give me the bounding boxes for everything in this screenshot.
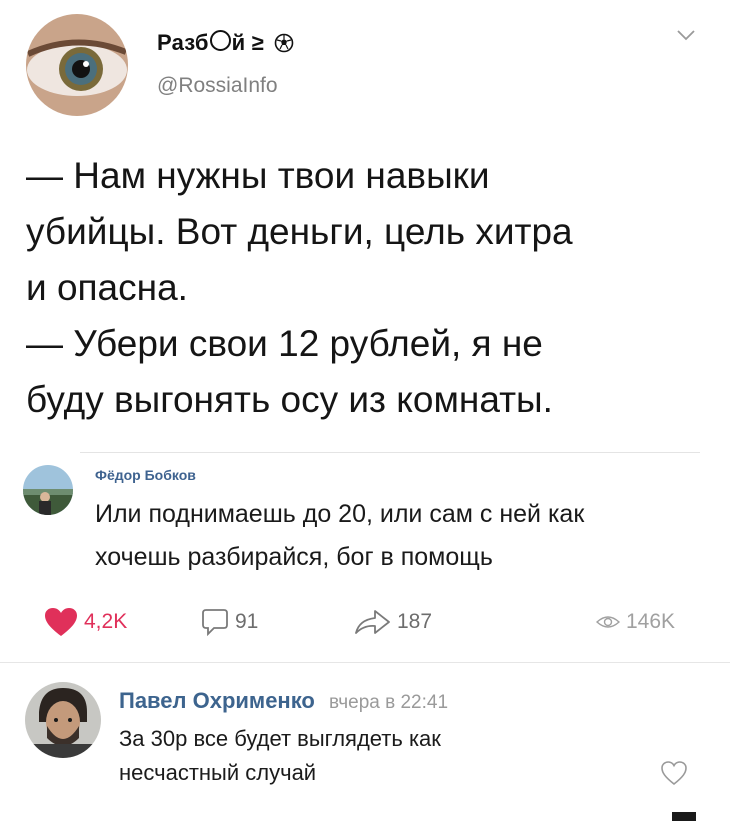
- views-count: 146K: [626, 610, 676, 633]
- author-handle[interactable]: @RossiaInfo: [157, 74, 278, 98]
- divider: [0, 662, 730, 663]
- author-name-part1: Разб: [157, 30, 209, 55]
- chevron-down-icon[interactable]: [676, 28, 696, 42]
- share-button[interactable]: 187: [353, 602, 432, 642]
- comments-count: 91: [235, 610, 259, 633]
- likes-count: 4,2K: [84, 610, 128, 633]
- heart-icon: [45, 608, 77, 636]
- author-name-part2: й ≥: [231, 30, 264, 55]
- comment-author[interactable]: Фёдор Бобков: [95, 467, 196, 483]
- reply-line: За 30р все будет выглядеть как: [119, 726, 441, 751]
- soccer-ball-icon: [274, 33, 294, 53]
- tweet-line: убийцы. Вот деньги, цель хитра: [26, 211, 573, 252]
- eye-icon: [596, 616, 620, 628]
- author-name[interactable]: Разб й ≥: [157, 30, 294, 56]
- o-circle-glyph: [209, 30, 231, 51]
- reply-text: За 30р все будет выглядеть как несчастны…: [119, 722, 639, 790]
- comment-line: Или поднимаешь до 20, или сам с ней как: [95, 500, 585, 528]
- comment-line: хочешь разбирайся, бог в помощь: [95, 543, 493, 571]
- comment-text: Или поднимаешь до 20, или сам с ней как …: [95, 493, 705, 579]
- like-button[interactable]: 4,2K: [44, 602, 127, 642]
- action-bar: 4,2K 91 187 146K: [0, 602, 730, 642]
- tweet-line: буду выгонять осу из комнаты.: [26, 379, 553, 420]
- tweet-line: — Убери свои 12 рублей, я не: [26, 323, 543, 364]
- comment-button[interactable]: 91: [201, 602, 258, 642]
- views-counter: 146K: [596, 602, 675, 642]
- tweet-line: и опасна.: [26, 267, 188, 308]
- reply-line: несчастный случай: [119, 760, 317, 785]
- reply-avatar[interactable]: [25, 682, 101, 758]
- reply-author[interactable]: Павел Охрименко: [119, 688, 315, 713]
- shares-count: 187: [397, 610, 433, 633]
- comment-icon: [202, 609, 228, 637]
- author-avatar[interactable]: [26, 14, 128, 116]
- divider: [80, 452, 700, 453]
- home-indicator: [672, 812, 696, 821]
- comment-avatar[interactable]: [23, 465, 73, 515]
- reply-timestamp: вчера в 22:41: [329, 692, 449, 713]
- tweet-text: — Нам нужны твои навыки убийцы. Вот день…: [26, 148, 706, 428]
- share-icon: [355, 610, 390, 634]
- heart-outline-icon[interactable]: [660, 760, 688, 786]
- tweet-line: — Нам нужны твои навыки: [26, 155, 490, 196]
- reply-header: Павел Охрименко вчера в 22:41: [119, 688, 448, 714]
